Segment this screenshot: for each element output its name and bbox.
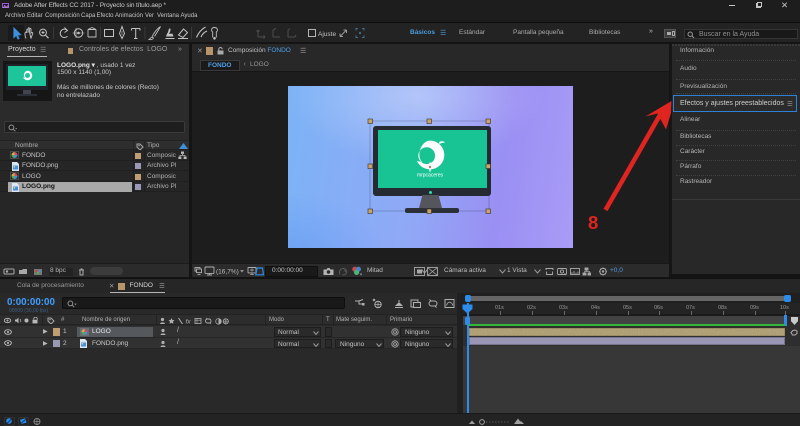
svg-text:(16,7%): (16,7%)	[216, 269, 239, 276]
svg-text:fx: fx	[186, 318, 192, 325]
svg-text:Ajuste: Ajuste	[318, 31, 336, 38]
